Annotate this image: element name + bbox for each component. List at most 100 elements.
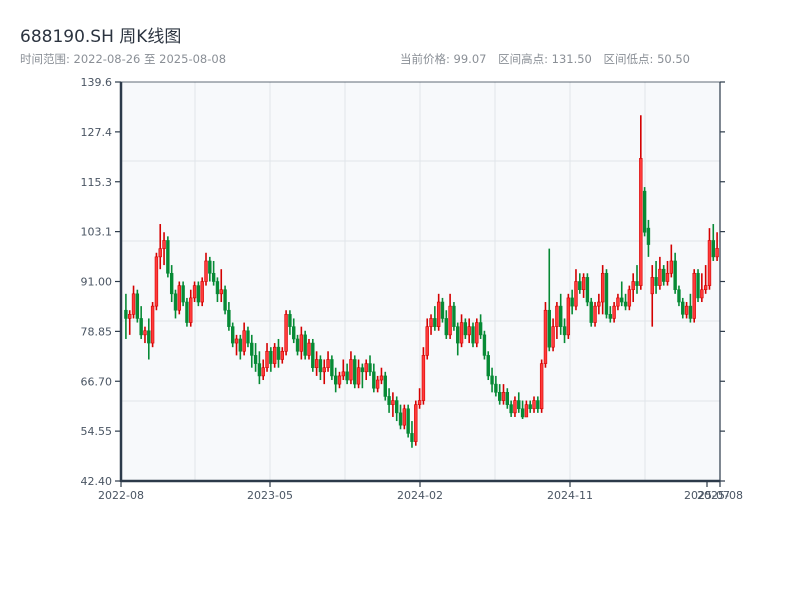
y-tick-label: 127.4 <box>81 126 113 139</box>
candle-body <box>402 408 407 426</box>
candle-body <box>410 433 414 442</box>
candle-body <box>124 309 128 319</box>
candle-body <box>299 334 304 352</box>
candle-body <box>379 375 384 381</box>
candle-body <box>692 272 696 319</box>
candle-body <box>566 297 571 336</box>
candle-body <box>436 301 441 327</box>
candle-down <box>589 297 593 327</box>
candle-body <box>524 404 529 418</box>
candle-body <box>349 359 353 381</box>
candle-body <box>612 305 616 319</box>
candle-body <box>597 301 601 307</box>
candle-body <box>581 277 586 291</box>
candle-body <box>173 293 178 311</box>
candle-body <box>494 383 498 393</box>
candle-body <box>509 404 513 414</box>
candle-body <box>444 318 448 336</box>
x-tick-label: 2024-11 <box>547 489 593 502</box>
candle-body <box>234 338 239 344</box>
candle-body <box>387 396 391 405</box>
candle-body <box>703 285 708 291</box>
candle-body <box>593 305 597 323</box>
candle-body <box>642 190 647 233</box>
candle-body <box>673 260 677 291</box>
candlestick-chart: 42.40 54.55 66.70 78.85 91.00 103.1 115.3 127.4… <box>81 76 743 502</box>
candle-down <box>353 355 357 389</box>
candle-body <box>208 260 212 274</box>
y-tick-label: 91.00 <box>81 276 113 289</box>
candle-body <box>166 240 170 274</box>
candle-body <box>417 400 422 405</box>
candle-body <box>532 400 536 410</box>
candle-body <box>326 359 330 369</box>
candle-body <box>261 367 265 377</box>
candle-body <box>559 305 563 327</box>
candle-body <box>646 227 651 245</box>
candle-body <box>158 248 162 258</box>
candle-down <box>482 330 487 360</box>
candle-body <box>467 326 471 336</box>
candle-body <box>448 305 452 336</box>
candle-up <box>421 347 426 405</box>
candle-down <box>185 297 189 327</box>
y-tick-label: 54.55 <box>81 425 113 438</box>
candle-body <box>700 289 704 299</box>
candle-body <box>669 260 674 274</box>
candle-body <box>654 277 658 286</box>
candle-up <box>475 318 479 348</box>
candle-body <box>600 272 605 303</box>
candle-up <box>539 359 544 413</box>
candle-body <box>528 404 532 410</box>
candle-body <box>711 240 715 258</box>
y-tick-label: 66.70 <box>81 375 113 388</box>
candle-body <box>517 400 521 410</box>
candle-body <box>345 371 349 381</box>
candle-body <box>333 375 338 385</box>
candle-body <box>543 309 548 364</box>
candle-body <box>707 240 712 286</box>
candle-body <box>463 322 468 336</box>
candle-body <box>505 392 510 405</box>
candle-body <box>425 326 429 356</box>
candle-body <box>189 297 193 323</box>
candle-body <box>318 359 323 373</box>
y-tick-label: 139.6 <box>81 76 113 89</box>
candle-body <box>295 338 300 352</box>
candle-body <box>547 309 551 348</box>
x-axis-ticks: 2022-08 2023-05 2024-02 2024-11 2025-072025-… <box>98 481 743 502</box>
candle-body <box>650 277 654 295</box>
candle-body <box>204 260 208 282</box>
candle-body <box>242 330 246 352</box>
y-tick-label: 78.85 <box>81 325 113 338</box>
candle-body <box>269 350 273 364</box>
candle-body <box>200 281 204 303</box>
candle-body <box>131 293 136 315</box>
candle-body <box>238 338 243 352</box>
candle-body <box>715 248 719 258</box>
candle-body <box>185 301 189 323</box>
candle-down <box>303 330 307 360</box>
candle-body <box>128 314 132 319</box>
candle-body <box>608 314 612 319</box>
candle-body <box>292 326 296 340</box>
candle-body <box>475 322 479 344</box>
candle-body <box>223 289 227 311</box>
candle-body <box>356 367 361 385</box>
candle-up <box>566 293 571 339</box>
x-tick-label: 2022-08 <box>98 489 144 502</box>
candle-up <box>414 400 418 446</box>
candle-body <box>585 277 590 303</box>
candle-down <box>383 371 387 401</box>
candle-body <box>383 375 387 397</box>
candle-body <box>623 301 628 307</box>
x-tick-label: 2025-08 <box>697 489 743 502</box>
candle-body <box>375 379 380 389</box>
candle-body <box>452 305 456 327</box>
candle-body <box>162 240 166 249</box>
candle-body <box>589 301 593 323</box>
candle-body <box>231 326 235 344</box>
candle-body <box>456 326 460 344</box>
candle-body <box>143 330 147 336</box>
candle-body <box>513 400 517 414</box>
